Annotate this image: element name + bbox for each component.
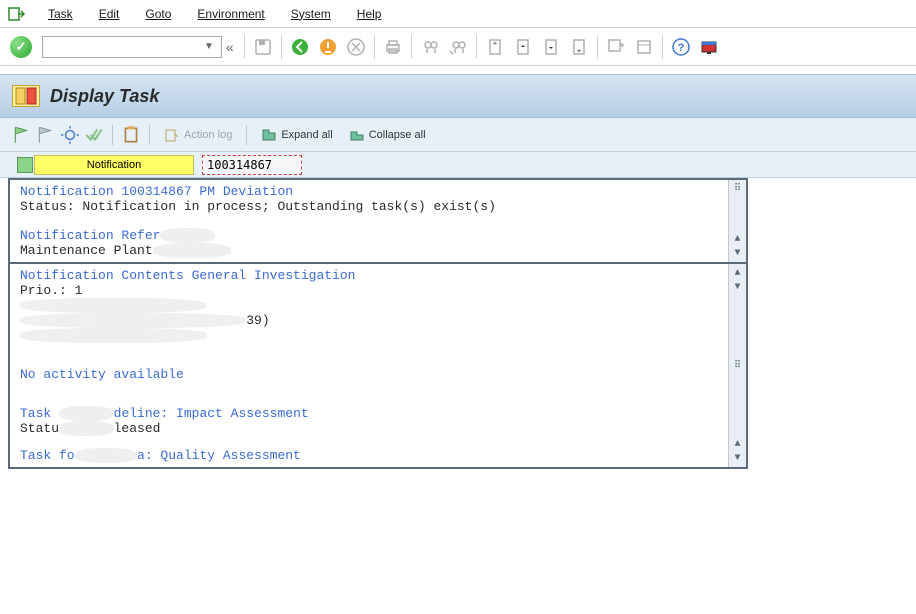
find-icon[interactable] [418,35,442,59]
next-page-icon[interactable] [539,35,563,59]
notification-label: Notification [34,155,194,175]
redacted-line-1: xxxxxxxxxxxxxxxxxxxxxxxx [20,298,718,313]
menu-task[interactable]: Task [44,5,77,23]
action-log-button[interactable]: Action log [158,125,238,145]
svg-text:?: ? [677,42,684,54]
window-icon[interactable] [6,4,26,24]
separator [374,35,375,59]
scroll-down-icon[interactable]: ▼ [731,280,745,294]
back-icon[interactable] [288,35,312,59]
detail-panel: Notification 100314867 PM Deviation Stat… [8,178,748,469]
first-page-icon[interactable] [483,35,507,59]
redacted-line-3: xxxxxxxxxxxxxxxxxxxxxxxx [20,328,718,343]
menu-system[interactable]: System [287,5,335,23]
notification-reference: Notification Referxxxxxxx [20,228,718,243]
scroll-dots-icon[interactable]: ⠿ [731,359,745,373]
separator [476,35,477,59]
scroll-up-icon[interactable]: ▲ [731,437,745,451]
scroll-down-icon[interactable]: ▼ [731,451,745,465]
separator [149,125,150,145]
shortcut-icon[interactable] [632,35,656,59]
task-status-line: Statuxxxxxxxleased [20,421,718,436]
separator [411,35,412,59]
save-icon[interactable] [251,35,275,59]
notification-contents: Notification Contents General Investigat… [20,268,718,283]
separator [244,35,245,59]
status-line: Status: Notification in process; Outstan… [20,199,718,214]
settings-gear-icon[interactable] [60,125,80,145]
notification-header: Notification 100314867 PM Deviation [20,184,718,199]
help-icon[interactable]: ? [669,35,693,59]
separator [246,125,247,145]
separator [281,35,282,59]
prev-page-icon[interactable] [511,35,535,59]
priority-line: Prio.: 1 [20,283,718,298]
flag-green-icon[interactable] [12,125,32,145]
scroll-up-icon[interactable]: ▲ [731,266,745,280]
task-quality-assessment: Task foxxxxxxxxa: Quality Assessment [20,448,718,463]
last-page-icon[interactable] [567,35,591,59]
scroll-down-icon[interactable]: ▼ [731,246,745,260]
separator [662,35,663,59]
find-next-icon[interactable] [446,35,470,59]
command-field[interactable] [42,36,222,58]
collapse-all-button[interactable]: Collapse all [343,125,432,145]
notification-number-field[interactable]: 100314867 [202,155,302,175]
menu-environment[interactable]: Environment [193,5,268,23]
cancel-icon[interactable] [344,35,368,59]
scroll-dots-icon[interactable]: ⠿ [731,182,745,196]
maintenance-plant: Maintenance Plantxxxxxxxxxx [20,243,718,258]
page-title: Display Task [50,86,159,107]
double-check-icon[interactable] [84,125,104,145]
collapse-toolbar-icon[interactable]: « [226,39,234,55]
expand-all-button[interactable]: Expand all [255,125,338,145]
layout-icon[interactable] [697,35,721,59]
menu-help[interactable]: Help [353,5,386,23]
new-session-icon[interactable] [604,35,628,59]
clipboard-icon[interactable] [121,125,141,145]
task-impact-assessment: Task xxxxxxxdeline: Impact Assessment [20,406,718,421]
print-icon[interactable] [381,35,405,59]
scroll-up-icon[interactable]: ▲ [731,232,745,246]
no-activity: No activity available [20,367,718,382]
enter-icon[interactable]: ✓ [10,36,32,58]
task-icon [12,85,40,107]
separator [597,35,598,59]
menu-goto[interactable]: Goto [141,5,175,23]
menu-edit[interactable]: Edit [95,5,124,23]
flag-grey-icon[interactable] [36,125,56,145]
exit-icon[interactable] [316,35,340,59]
redacted-line-2: xxxxxxxxxxxxxxxxxxxxxx (5000039) [20,313,718,328]
separator [112,125,113,145]
